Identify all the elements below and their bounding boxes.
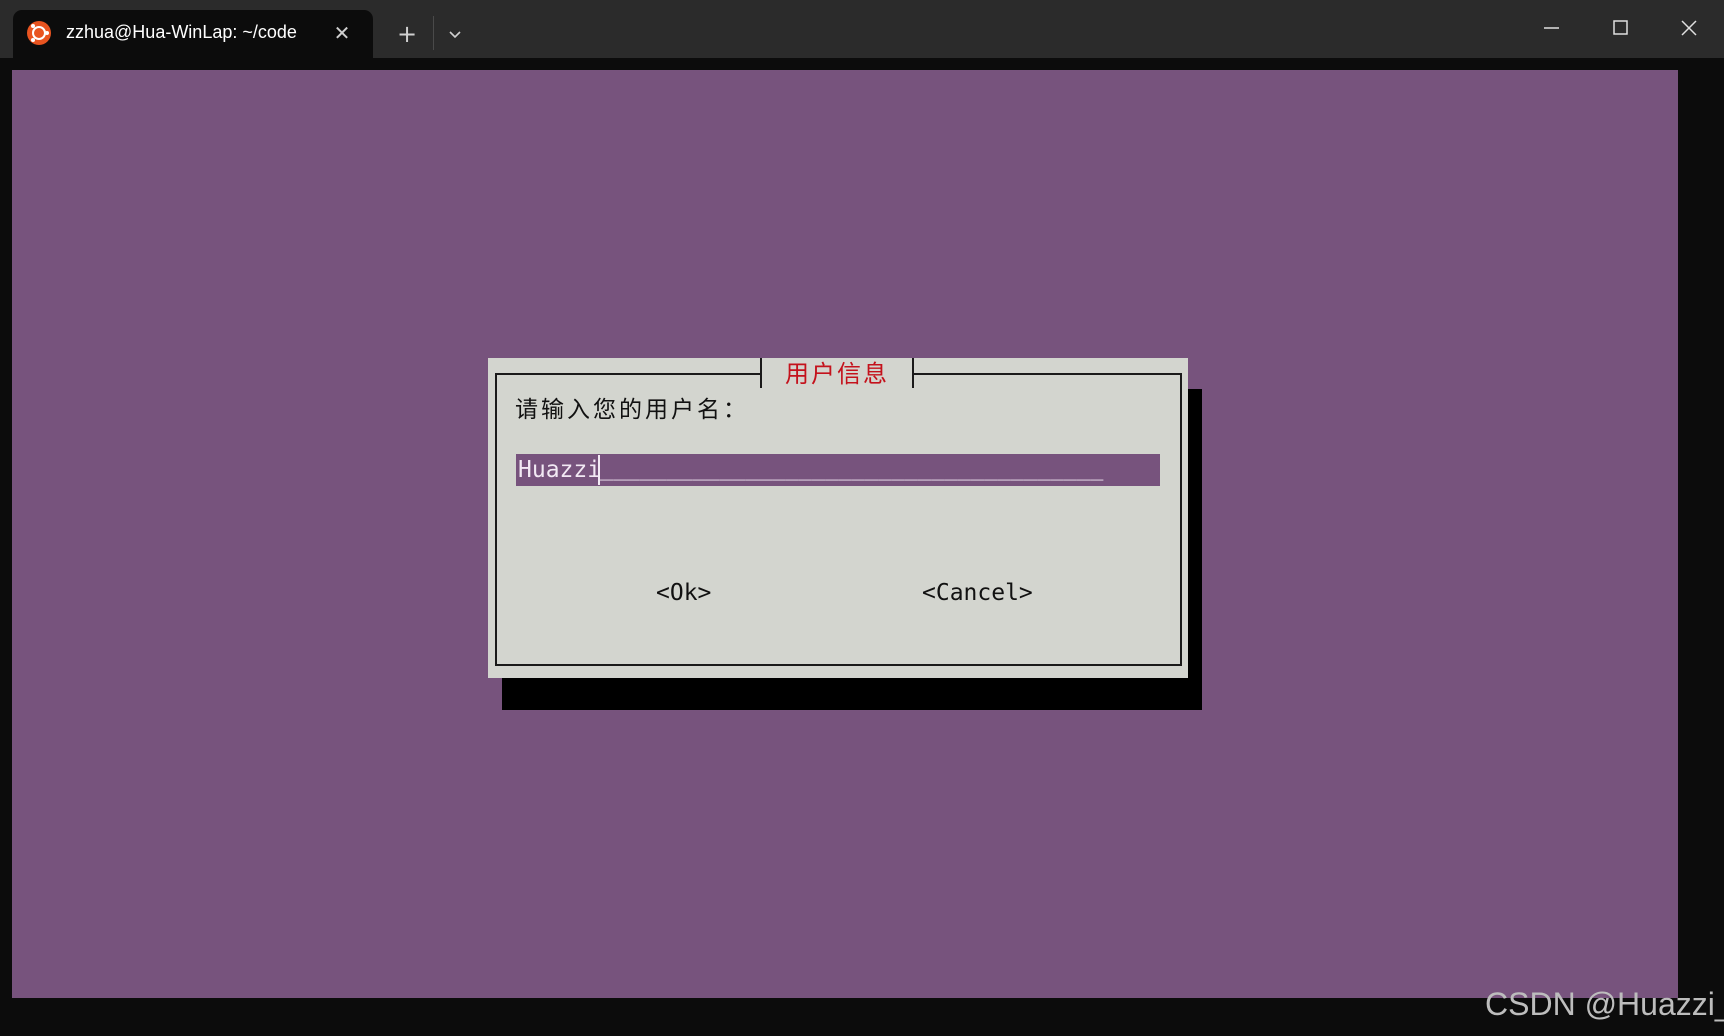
user-info-dialog: 用户信息 请输入您的用户名： _________________________… — [488, 358, 1188, 678]
scrollbar[interactable] — [1678, 70, 1724, 998]
username-prompt: 请输入您的用户名： — [515, 397, 749, 423]
chevron-down-icon[interactable] — [440, 20, 470, 50]
input-fill: ______________________________________ — [600, 456, 1104, 481]
ok-button[interactable]: <Ok> — [656, 580, 711, 606]
close-tab-icon[interactable]: ✕ — [329, 20, 355, 46]
terminal-window: zzhua@Hua-WinLap: ~/code ✕ + 用户信息 请输入您的用… — [0, 0, 1724, 1036]
title-bar: zzhua@Hua-WinLap: ~/code ✕ + — [0, 0, 1724, 58]
close-window-icon[interactable] — [1664, 8, 1714, 48]
watermark: CSDN @Huazzi_ — [1485, 986, 1724, 1022]
maximize-icon[interactable] — [1595, 8, 1645, 48]
dialog-title: 用户信息 — [760, 358, 914, 388]
new-tab-button[interactable]: + — [392, 20, 422, 50]
minimize-icon[interactable] — [1526, 8, 1576, 48]
terminal-tab[interactable]: zzhua@Hua-WinLap: ~/code ✕ — [13, 10, 373, 58]
tab-title: zzhua@Hua-WinLap: ~/code — [66, 22, 297, 42]
toolbar-divider — [433, 16, 434, 50]
ubuntu-icon — [27, 21, 51, 45]
cancel-button[interactable]: <Cancel> — [922, 580, 1033, 606]
